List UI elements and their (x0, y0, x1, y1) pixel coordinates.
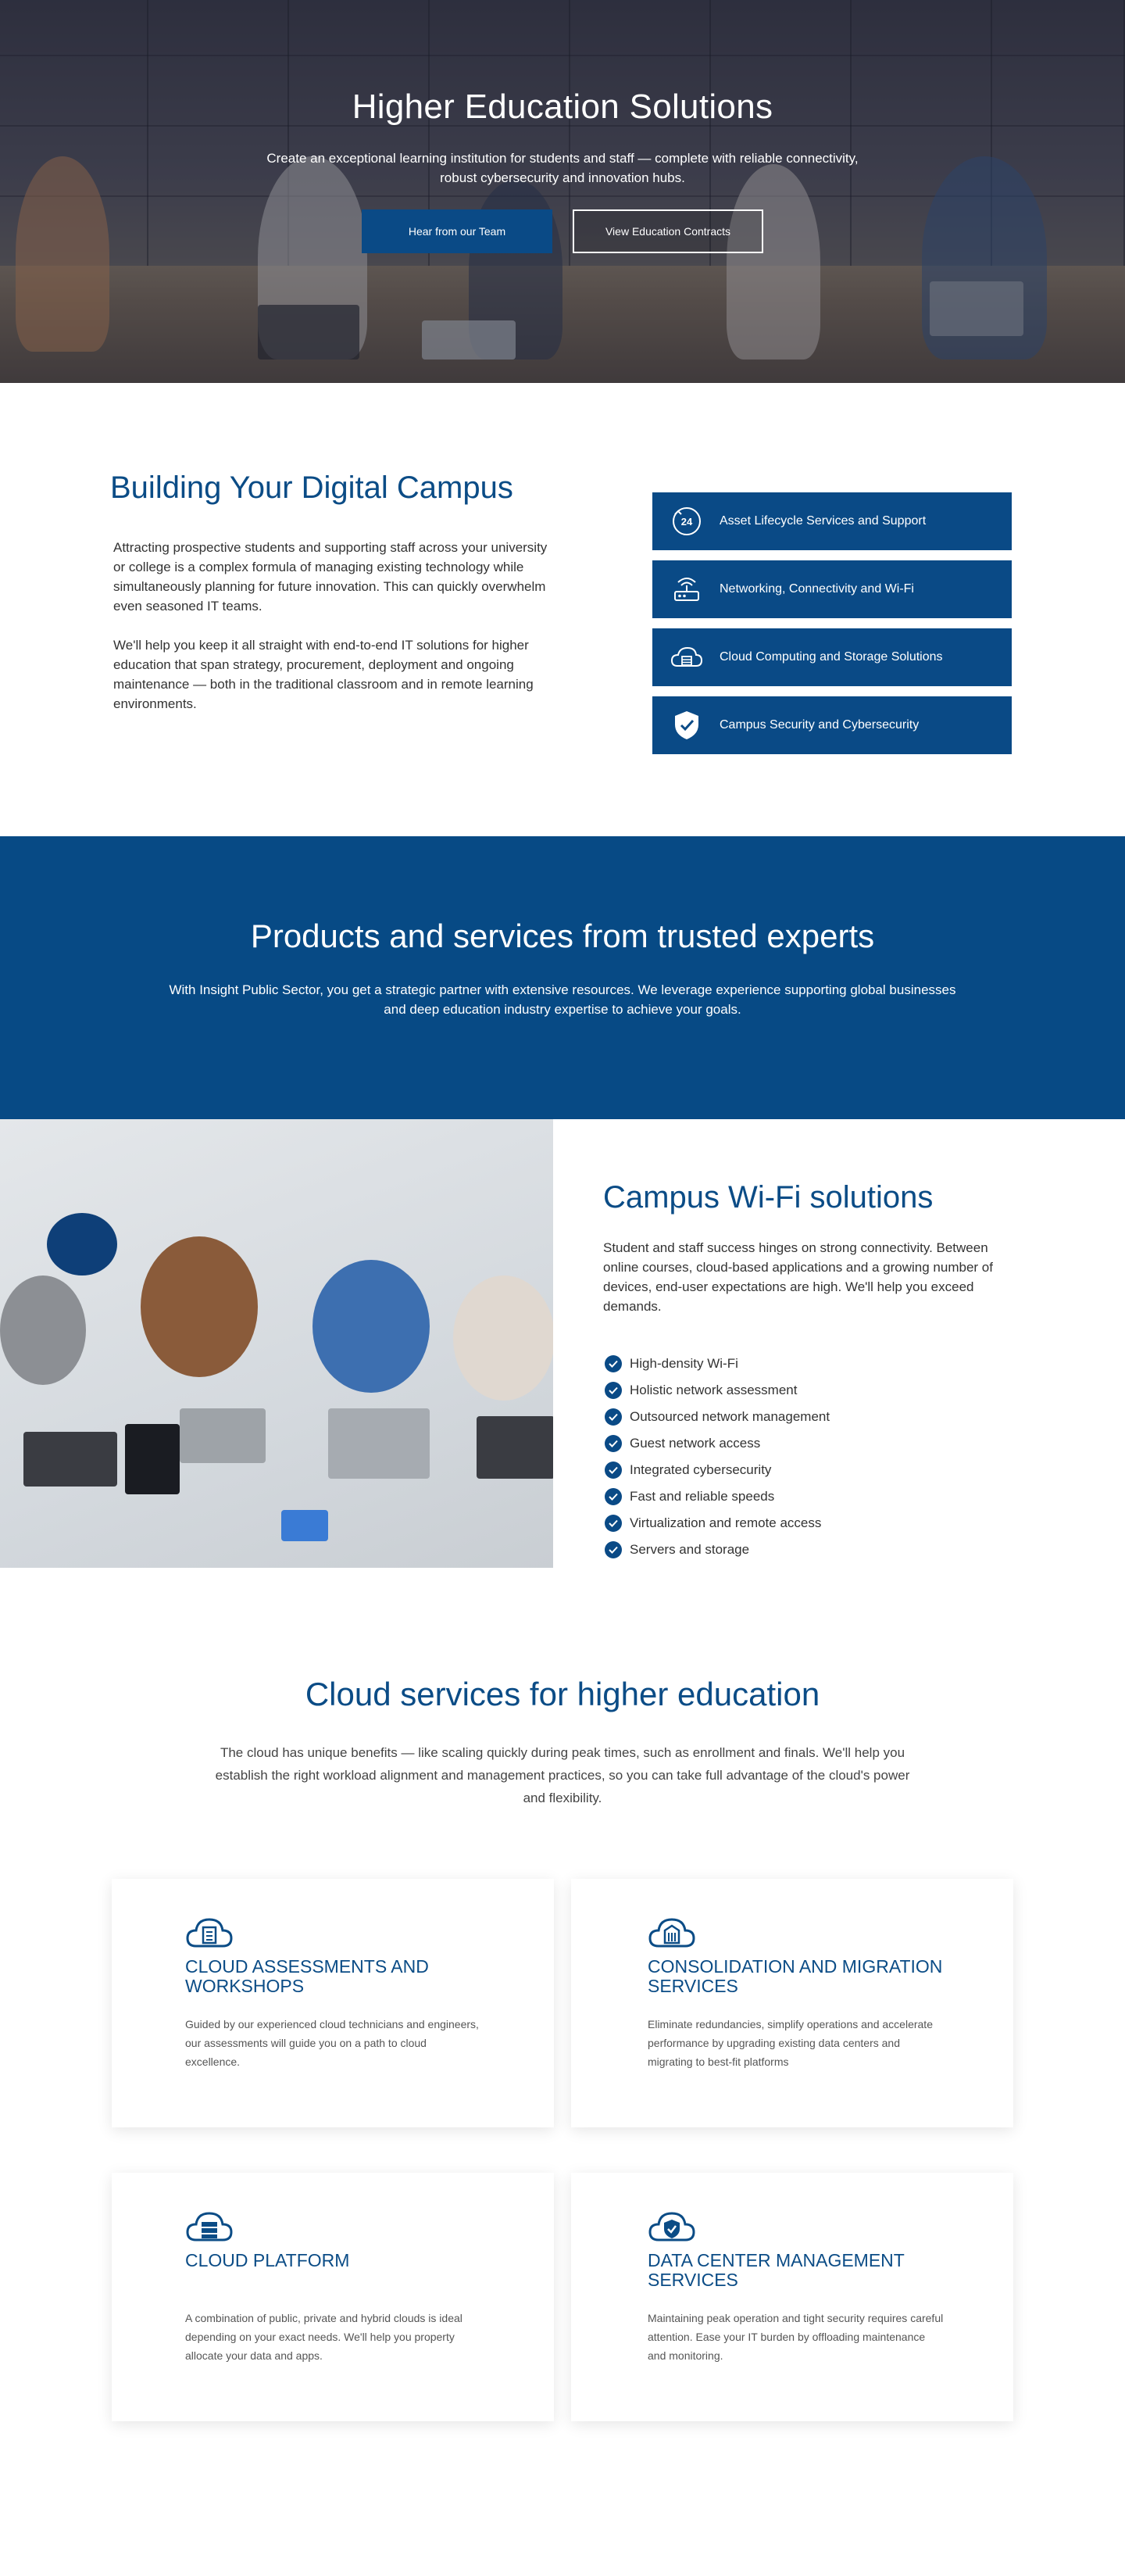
cloud-storage-icon (670, 640, 704, 674)
list-item: Servers and storage (605, 1537, 830, 1563)
card-description: Guided by our experienced cloud technici… (185, 2018, 479, 2068)
cloud-building-icon (648, 1912, 696, 1951)
service-item-cloud[interactable]: Cloud Computing and Storage Solutions (652, 628, 1012, 686)
cloud-checklist-icon (185, 1912, 234, 1951)
24-hour-support-icon: 24 (670, 504, 704, 538)
feature-label: Virtualization and remote access (630, 1515, 822, 1530)
products-title: Products and services from trusted exper… (250, 918, 875, 954)
check-icon (605, 1515, 622, 1532)
check-icon (605, 1488, 622, 1505)
products-banner: Products and services from trusted exper… (0, 836, 1125, 1119)
campus-description: Attracting prospective students and supp… (113, 538, 559, 714)
service-list: 24 Asset Lifecycle Services and Support … (652, 492, 1012, 764)
check-icon (605, 1462, 622, 1479)
feature-label: Holistic network assessment (630, 1383, 798, 1397)
hero-title: Higher Education Solutions (352, 88, 773, 126)
cloud-description: The cloud has unique benefits — like sca… (215, 1745, 910, 1805)
hero-section: Higher Education Solutions Create an exc… (0, 0, 1125, 383)
service-label: Asset Lifecycle Services and Support (720, 514, 927, 528)
service-item-security[interactable]: Campus Security and Cybersecurity (652, 696, 1012, 754)
list-item: Fast and reliable speeds (605, 1483, 830, 1510)
check-icon (605, 1435, 622, 1452)
products-description: With Insight Public Sector, you get a st… (169, 982, 956, 1017)
feature-label: Servers and storage (630, 1542, 750, 1557)
students-with-laptops-image (0, 1119, 553, 1568)
service-item-asset-lifecycle[interactable]: 24 Asset Lifecycle Services and Support (652, 492, 1012, 550)
feature-label: Outsourced network management (630, 1409, 830, 1424)
shield-check-icon (670, 708, 704, 742)
cloud-services-section: Cloud services for higher education The … (0, 1568, 1125, 2576)
wifi-title: Campus Wi-Fi solutions (603, 1180, 934, 1215)
service-label: Networking, Connectivity and Wi-Fi (720, 582, 914, 596)
list-item: Guest network access (605, 1430, 830, 1457)
service-item-networking[interactable]: Networking, Connectivity and Wi-Fi (652, 560, 1012, 618)
service-label: Cloud Computing and Storage Solutions (720, 650, 943, 664)
list-item: Holistic network assessment (605, 1377, 830, 1404)
feature-label: Guest network access (630, 1436, 761, 1451)
check-icon (605, 1408, 622, 1426)
hear-from-team-button[interactable]: Hear from our Team (362, 209, 552, 253)
card-description: Maintaining peak operation and tight sec… (648, 2312, 944, 2362)
card-title: CLOUD ASSESSMENTS AND WORKSHOPS (185, 1956, 429, 1996)
campus-paragraph: We'll help you keep it all straight with… (113, 638, 534, 711)
service-label: Campus Security and Cybersecurity (720, 718, 920, 732)
wifi-description: Student and staff success hinges on stro… (603, 1240, 993, 1314)
feature-label: Integrated cybersecurity (630, 1462, 772, 1477)
card-title: CLOUD PLATFORM (185, 2250, 350, 2270)
check-icon (605, 1382, 622, 1399)
digital-campus-section: Building Your Digital Campus Attracting … (0, 383, 1125, 836)
check-icon (605, 1541, 622, 1558)
view-education-contracts-button[interactable]: View Education Contracts (573, 209, 763, 253)
list-item: Integrated cybersecurity (605, 1457, 830, 1483)
wifi-feature-list: High-density Wi-Fi Holistic network asse… (605, 1351, 830, 1563)
cloud-card-assessments: CLOUD ASSESSMENTS AND WORKSHOPS Guided b… (112, 1879, 554, 2127)
cloud-title: Cloud services for higher education (305, 1676, 820, 1712)
check-icon (605, 1355, 622, 1372)
svg-text:24: 24 (681, 516, 693, 528)
cloud-card-platform: CLOUD PLATFORM A combination of public, … (112, 2173, 554, 2421)
campus-title: Building Your Digital Campus (110, 470, 513, 505)
feature-label: Fast and reliable speeds (630, 1489, 775, 1504)
wifi-section: Campus Wi-Fi solutions Student and staff… (0, 1119, 1125, 1568)
cloud-card-data-center: DATA CENTER MANAGEMENT SERVICES Maintain… (571, 2173, 1013, 2421)
router-icon (670, 572, 704, 606)
card-description: A combination of public, private and hyb… (185, 2312, 462, 2362)
list-item: High-density Wi-Fi (605, 1351, 830, 1377)
card-title: DATA CENTER MANAGEMENT SERVICES (648, 2250, 905, 2290)
cloud-server-icon (185, 2206, 234, 2245)
list-item: Virtualization and remote access (605, 1510, 830, 1537)
cloud-card-consolidation: CONSOLIDATION AND MIGRATION SERVICES Eli… (571, 1879, 1013, 2127)
card-description: Eliminate redundancies, simplify operati… (648, 2018, 933, 2068)
feature-label: High-density Wi-Fi (630, 1356, 738, 1371)
list-item: Outsourced network management (605, 1404, 830, 1430)
card-title: CONSOLIDATION AND MIGRATION SERVICES (648, 1956, 943, 1996)
cloud-shield-icon (648, 2206, 696, 2245)
hero-subtitle: Create an exceptional learning instituti… (266, 151, 859, 185)
campus-paragraph: Attracting prospective students and supp… (113, 540, 548, 614)
